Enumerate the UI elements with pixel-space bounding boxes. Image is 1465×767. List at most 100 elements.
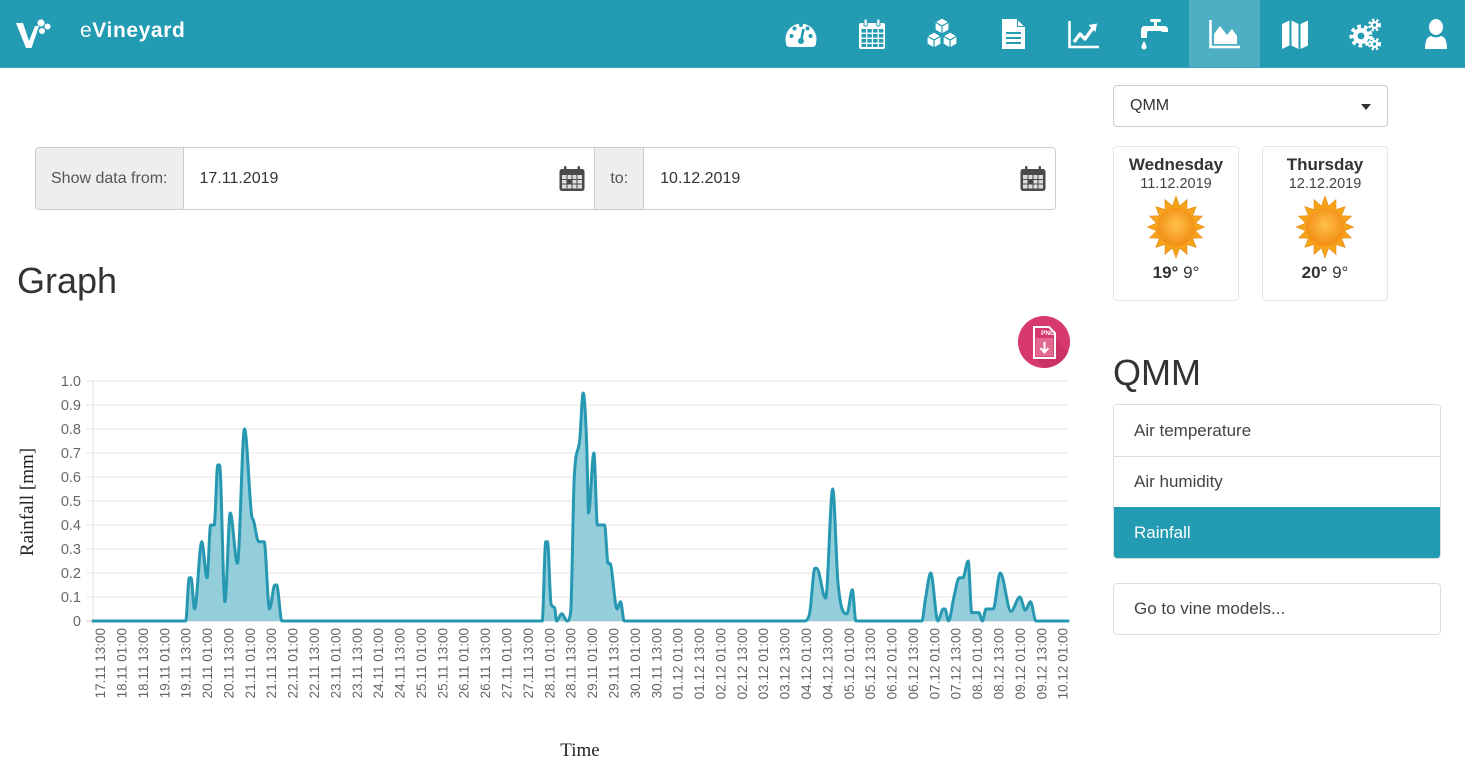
x-tick-label: 29.11 01:00	[585, 628, 600, 698]
x-tick-label: 28.11 01:00	[542, 628, 557, 698]
list-item-air-humidity[interactable]: Air humidity	[1114, 456, 1440, 507]
cubes-icon	[926, 16, 958, 49]
document-icon	[1001, 18, 1025, 49]
x-tick-label: 10.12 01:00	[1056, 628, 1071, 699]
forecast-day: Thursday	[1286, 155, 1364, 174]
x-tick-label: 23.11 01:00	[328, 628, 343, 698]
date-from-label: Show data from:	[36, 148, 184, 209]
date-from-input[interactable]	[199, 169, 500, 188]
forecast-day: Wednesday	[1128, 155, 1224, 174]
evineyard-logo-icon[interactable]	[12, 14, 52, 54]
x-tick-label: 20.11 01:00	[200, 628, 215, 698]
list-item-rainfall[interactable]: Rainfall	[1114, 507, 1440, 558]
x-tick-label: 05.12 13:00	[863, 628, 878, 699]
area-chart-icon	[1209, 19, 1241, 48]
x-tick-label: 18.11 13:00	[136, 628, 151, 698]
date-from-field[interactable]	[183, 148, 595, 209]
forecast-card: Thursday 12.12.2019 20° 9°	[1262, 146, 1388, 301]
x-tick-label: 07.12 01:00	[927, 628, 942, 699]
x-tick-label: 20.11 13:00	[221, 628, 236, 698]
nav-settings[interactable]	[1330, 0, 1401, 67]
forecast-high: 20°	[1301, 263, 1328, 282]
forecast-date: 11.12.2019	[1140, 176, 1212, 192]
y-tick-label: 0.4	[61, 518, 81, 534]
faucet-icon	[1140, 18, 1168, 49]
forecast-temps: 20° 9°	[1263, 263, 1387, 283]
x-axis-ticks: 17.11 13:00 18.11 01:00 18.11 13:00 19.11 0…	[93, 628, 1071, 699]
x-tick-label: 19.11 01:00	[157, 628, 172, 698]
x-tick-label: 03.12 01:00	[756, 628, 771, 699]
station-title: QMM	[1113, 352, 1201, 393]
forecast-low: 9°	[1332, 263, 1349, 282]
nav-line-chart[interactable]	[1048, 0, 1119, 67]
app-title-prefix: e	[80, 19, 93, 42]
app-title[interactable]: eVineyard	[80, 19, 185, 43]
nav-user[interactable]	[1401, 0, 1465, 67]
forecast-low: 9°	[1183, 263, 1200, 282]
x-tick-label: 06.12 01:00	[885, 628, 900, 699]
x-tick-label: 01.12 01:00	[671, 628, 686, 699]
date-to-field[interactable]	[644, 148, 1055, 209]
forecast-card: Wednesday 11.12.2019 19° 9°	[1113, 146, 1239, 301]
x-tick-label: 22.11 01:00	[286, 628, 301, 698]
x-tick-label: 17.11 13:00	[93, 628, 108, 698]
x-tick-label: 09.12 13:00	[1034, 628, 1049, 699]
forecast-high: 19°	[1152, 263, 1179, 282]
x-tick-label: 04.12 01:00	[799, 628, 814, 699]
nav-documents[interactable]	[978, 0, 1049, 67]
vine-models-link[interactable]: Go to vine models...	[1113, 583, 1441, 635]
x-tick-label: 24.11 01:00	[371, 628, 386, 698]
x-tick-label: 08.12 13:00	[991, 628, 1006, 699]
nav-calendar[interactable]	[837, 0, 908, 67]
x-tick-label: 01.12 13:00	[692, 628, 707, 699]
dashboard-icon	[785, 22, 817, 47]
chevron-down-icon	[1361, 104, 1371, 110]
x-tick-label: 09.12 01:00	[1013, 628, 1028, 699]
rainfall-chart: 0 0.1 0.2 0.3 0.4 0.5 0.6 0.7 0.8 0.9 1.0 17.11 13…	[17, 374, 1071, 761]
x-tick-label: 21.11 01:00	[243, 628, 258, 698]
station-select[interactable]: QMM	[1113, 85, 1388, 127]
nav-area-chart[interactable]	[1189, 0, 1260, 67]
x-axis-title: Time	[560, 740, 599, 761]
export-png-label: PNG	[1041, 330, 1055, 337]
nav-cubes[interactable]	[907, 0, 978, 67]
date-range-picker: Show data from: to:	[35, 147, 1056, 210]
nav-dashboard[interactable]	[766, 0, 837, 67]
list-item-air-temperature[interactable]: Air temperature	[1114, 405, 1440, 456]
x-tick-label: 07.12 13:00	[949, 628, 964, 699]
x-tick-label: 04.12 13:00	[820, 628, 835, 699]
calendar-icon	[858, 18, 885, 49]
x-tick-label: 27.11 01:00	[500, 628, 515, 698]
calendar-icon[interactable]	[1018, 164, 1048, 194]
gears-icon	[1349, 18, 1382, 50]
x-tick-label: 19.11 13:00	[179, 628, 194, 698]
x-tick-label: 05.12 01:00	[842, 628, 857, 699]
y-tick-label: 0.5	[61, 494, 81, 510]
y-tick-label: 0	[73, 614, 81, 630]
export-png-button[interactable]: PNG	[1016, 314, 1072, 370]
y-axis-title: Rainfall [mm]	[17, 448, 38, 556]
nav-map[interactable]	[1260, 0, 1331, 67]
nav-irrigation[interactable]	[1119, 0, 1190, 67]
x-tick-label: 21.11 13:00	[264, 628, 279, 698]
x-tick-label: 30.11 01:00	[628, 628, 643, 698]
x-tick-label: 03.12 13:00	[778, 628, 793, 699]
chart-series	[91, 391, 1070, 623]
date-to-input[interactable]	[660, 169, 961, 188]
y-axis-ticks: 0 0.1 0.2 0.3 0.4 0.5 0.6 0.7 0.8 0.9 1.0	[61, 374, 81, 630]
calendar-icon[interactable]	[557, 164, 587, 194]
main-nav	[766, 0, 1465, 67]
x-tick-label: 06.12 13:00	[906, 628, 921, 699]
x-tick-label: 22.11 13:00	[307, 628, 322, 698]
forecast-date: 12.12.2019	[1288, 176, 1362, 192]
line-chart-icon	[1068, 20, 1100, 48]
user-icon	[1424, 18, 1447, 49]
x-tick-label: 08.12 01:00	[970, 628, 985, 699]
x-tick-label: 25.11 01:00	[414, 628, 429, 698]
x-tick-label: 26.11 01:00	[457, 628, 472, 698]
station-select-value: QMM	[1130, 97, 1170, 114]
y-tick-label: 0.6	[61, 470, 81, 486]
y-tick-label: 0.9	[61, 398, 81, 414]
graph-title: Graph	[17, 260, 118, 301]
y-tick-label: 0.1	[61, 590, 81, 606]
